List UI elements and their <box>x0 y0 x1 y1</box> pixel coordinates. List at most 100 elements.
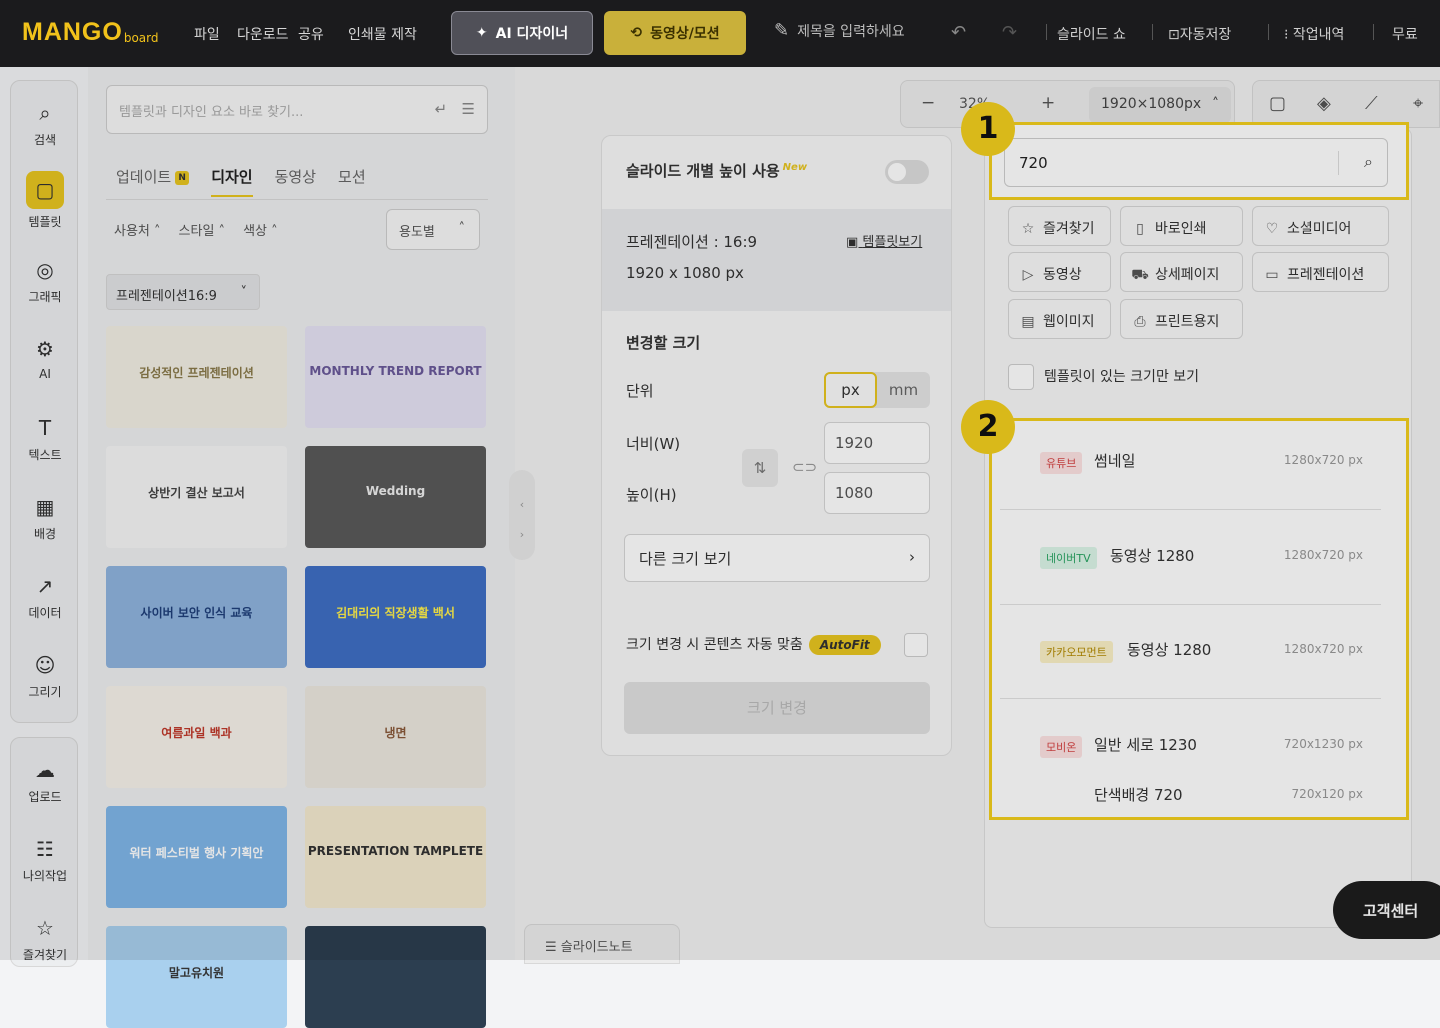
menu-file[interactable]: 파일 <box>194 24 220 44</box>
width-field[interactable]: 1920 <box>824 422 930 464</box>
category-web-image[interactable]: ▤ 웹이미지 <box>1008 299 1111 339</box>
thumbnail-title: 감성적인 프레젠테이션 <box>139 366 254 380</box>
redo-icon[interactable]: ↷ <box>1002 22 1017 43</box>
slide-note-tab[interactable]: ☰ 슬라이드노트 <box>524 924 680 964</box>
template-only-option[interactable]: 템플릿이 있는 크기만 보기 <box>1008 364 1199 390</box>
tab-design[interactable]: 디자인 <box>211 166 253 197</box>
swap-dimensions-button[interactable]: ⇅ <box>742 449 778 487</box>
size-result-item[interactable]: 카카오모먼트 동영상 1280 1280x720 px <box>1000 605 1381 699</box>
tab-motion[interactable]: 모션 <box>338 166 366 197</box>
template-thumbnail[interactable]: 여름과일 백과 <box>106 686 287 788</box>
undo-icon[interactable]: ↶ <box>951 22 966 43</box>
template-thumbnail[interactable]: Wedding <box>305 446 486 548</box>
divider <box>1338 151 1339 175</box>
rail-item-favorite[interactable]: ☆ 즐겨찾기 <box>11 914 79 963</box>
autofit-checkbox[interactable] <box>904 633 928 657</box>
template-view-link[interactable]: ▣ 템플릿보기 <box>846 231 922 250</box>
ruler-icon[interactable]: ⟋ <box>1365 93 1378 114</box>
unit-px-button[interactable]: px <box>824 372 877 408</box>
ai-designer-button[interactable]: ✦ AI 디자이너 <box>451 11 593 55</box>
category-label: 소셜미디어 <box>1287 221 1352 237</box>
rail-item-ai[interactable]: ⚙ AI <box>11 335 79 381</box>
menu-share[interactable]: 공유 <box>298 24 324 44</box>
size-result-item[interactable]: 네이버TV 동영상 1280 1280x720 px <box>1000 511 1381 605</box>
other-sizes-button[interactable]: 다른 크기 보기 › <box>624 534 930 582</box>
chevron-down-icon: ˅ <box>240 285 248 300</box>
template-thumbnail[interactable] <box>305 926 486 1028</box>
rail-item-text[interactable]: T 텍스트 <box>11 414 79 463</box>
template-thumbnail[interactable]: 김대리의 직장생활 백서 <box>305 566 486 668</box>
free-plan-button[interactable]: 무료 <box>1392 24 1418 44</box>
rail-item-template[interactable]: ▢ 템플릿 <box>11 171 79 230</box>
search-placeholder: 템플릿과 디자인 요소 바로 찾기... <box>119 105 304 120</box>
template-only-checkbox[interactable] <box>1008 364 1034 390</box>
divider <box>106 199 488 200</box>
category-presentation[interactable]: ▭ 프레젠테이션 <box>1252 252 1389 292</box>
category-detail-page[interactable]: ⛟ 상세페이지 <box>1120 252 1243 292</box>
unit-mm-button[interactable]: mm <box>877 372 930 408</box>
logo[interactable]: MANGO board <box>22 20 159 46</box>
template-thumbnail[interactable]: 냉면 <box>305 686 486 788</box>
filter-search-icon[interactable]: ↵ ☰ <box>435 100 475 118</box>
template-thumbnail[interactable]: 사이버 보안 인식 교육 <box>106 566 287 668</box>
template-thumbnail[interactable]: 워터 페스티벌 행사 기획안 <box>106 806 287 908</box>
individual-height-label: 슬라이드 개별 높이 사용 New <box>626 160 807 181</box>
template-thumbnail[interactable]: PRESENTATION TAMPLETE <box>305 806 486 908</box>
logo-sub: board <box>123 31 159 45</box>
category-social[interactable]: ♡ 소셜미디어 <box>1252 206 1389 246</box>
panel-collapse-handle[interactable]: ‹ › <box>509 470 535 560</box>
preset-dropdown[interactable]: 프레젠테이션16:9 ˅ <box>106 274 260 310</box>
category-printer[interactable]: ⎙ 프린트용지 <box>1120 299 1243 339</box>
zoom-in-button[interactable]: + <box>1041 93 1055 113</box>
link-ratio-icon[interactable]: ⊂⊃ <box>792 458 817 476</box>
layers-icon[interactable]: ◈ <box>1317 93 1331 114</box>
template-thumbnail[interactable]: 말고유치원 <box>106 926 287 1028</box>
rail-item-upload[interactable]: ☁ 업로드 <box>11 756 79 805</box>
tab-update[interactable]: 업데이트 N <box>116 166 190 197</box>
zoom-out-button[interactable]: − <box>921 93 935 113</box>
size-search-input[interactable]: 720 ⌕ <box>1004 138 1388 187</box>
video-motion-button[interactable]: ⟲ 동영상/모션 <box>604 11 746 55</box>
rail-item-data[interactable]: ↗ 데이터 <box>11 572 79 621</box>
size-result-item[interactable]: 모비온 일반 세로 1230 720x1230 px <box>1000 700 1381 760</box>
rail-item-background[interactable]: ▦ 배경 <box>11 493 79 542</box>
menu-print-production[interactable]: 인쇄물 제작 <box>348 24 417 44</box>
tab-video[interactable]: 동영상 <box>275 166 316 197</box>
search-icon[interactable]: ⌕ <box>1364 152 1373 172</box>
rail-item-draw[interactable]: ☺ 그리기 <box>11 651 79 700</box>
slideshow-button[interactable]: 슬라이드 쇼 <box>1057 24 1126 44</box>
individual-height-toggle[interactable] <box>885 160 929 184</box>
autosave-button[interactable]: ⊡자동저장 <box>1168 24 1231 44</box>
rail-item-my-work[interactable]: ☷ 나의작업 <box>11 835 79 884</box>
filter-label: 사용처 <box>114 224 150 239</box>
sticker-icon[interactable]: ▢ <box>1269 93 1286 114</box>
title-input[interactable]: ✎ 제목을 입력하세요 <box>774 20 905 41</box>
template-thumbnail[interactable]: 상반기 결산 보고서 <box>106 446 287 548</box>
apply-resize-button[interactable]: 크기 변경 <box>624 682 930 734</box>
category-book[interactable]: ▯ 바로인쇄 <box>1120 206 1243 246</box>
crosshair-icon[interactable]: ⌖ <box>1413 93 1423 114</box>
customer-center-button[interactable]: 고객센터 <box>1333 881 1440 939</box>
template-search-input[interactable]: 템플릿과 디자인 요소 바로 찾기... ↵ ☰ <box>106 85 488 134</box>
size-result-item[interactable]: 유튜브 썸네일 1280x720 px <box>1000 416 1381 510</box>
purpose-dropdown[interactable]: 용도별 ˄ <box>386 209 480 250</box>
video-motion-label: 동영상/모션 <box>650 26 720 42</box>
rail-item-graphic[interactable]: ◎ 그래픽 <box>11 256 79 305</box>
label-text: 슬라이드 개별 높이 사용 <box>626 162 780 180</box>
template-thumbnail[interactable]: 감성적인 프레젠테이션 <box>106 326 287 428</box>
rail-item-search[interactable]: ⌕ 검색 <box>11 99 79 148</box>
menu-download[interactable]: 다운로드 <box>237 24 289 44</box>
top-bar: MANGO board 파일 다운로드 공유 인쇄물 제작 ✦ AI 디자이너 … <box>0 0 1440 67</box>
note-icon: ☰ <box>545 940 561 955</box>
filter-usage[interactable]: 사용처 ˄ <box>114 220 161 239</box>
height-field[interactable]: 1080 <box>824 472 930 514</box>
category-label: 즐겨찾기 <box>1043 221 1095 237</box>
history-button[interactable]: ⁝ 작업내역 <box>1284 24 1344 44</box>
template-thumbnail[interactable]: MONTHLY TREND REPORT <box>305 326 486 428</box>
category-video[interactable]: ▷ 동영상 <box>1008 252 1111 292</box>
filter-color[interactable]: 색상 ˄ <box>243 220 278 239</box>
size-dropdown[interactable]: 1920×1080px ˄ <box>1089 87 1231 123</box>
filter-style[interactable]: 스타일 ˄ <box>179 220 226 239</box>
size-result-item[interactable]: 단색배경 720 720x120 px <box>1000 760 1381 820</box>
category-star[interactable]: ☆ 즐겨찾기 <box>1008 206 1111 246</box>
